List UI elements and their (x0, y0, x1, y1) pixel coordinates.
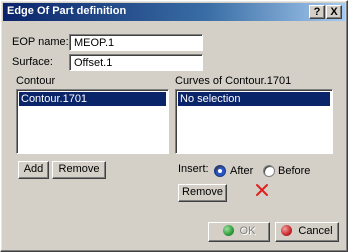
title-bar: Edge Of Part definition ? X (3, 3, 345, 21)
contour-list[interactable]: Contour.1701 (16, 89, 169, 154)
eop-name-input[interactable] (69, 34, 203, 51)
cancel-icon (281, 225, 293, 236)
insert-after-radio[interactable] (214, 165, 226, 177)
insert-label: Insert: (178, 163, 209, 175)
remove-contour-button[interactable]: Remove (52, 161, 106, 179)
insert-before-label[interactable]: Before (278, 165, 310, 177)
dialog-window: Edge Of Part definition ? X EOP name: Su… (0, 0, 348, 252)
contour-label: Contour (16, 75, 56, 87)
add-contour-button[interactable]: Add (18, 161, 49, 179)
insert-after-label[interactable]: After (230, 165, 253, 177)
ok-label: OK (239, 225, 256, 237)
insert-before-radio[interactable] (263, 165, 275, 177)
contour-list-item[interactable]: Contour.1701 (19, 92, 166, 106)
eop-name-label: EOP name: (12, 36, 69, 48)
surface-input[interactable] (69, 54, 203, 71)
curves-label: Curves of Contour.1701 (175, 75, 292, 87)
delete-x-icon[interactable] (255, 183, 269, 197)
curves-list-item[interactable]: No selection (178, 92, 330, 106)
surface-label: Surface: (12, 56, 53, 68)
window-title: Edge Of Part definition (7, 5, 127, 17)
ok-icon (222, 225, 234, 236)
close-button[interactable]: X (326, 5, 342, 19)
remove-curve-button[interactable]: Remove (178, 184, 227, 202)
help-button[interactable]: ? (309, 5, 325, 19)
cancel-label: Cancel (298, 225, 333, 237)
cancel-button[interactable]: Cancel (275, 222, 339, 242)
ok-button[interactable]: OK (208, 222, 270, 242)
curves-list[interactable]: No selection (175, 89, 333, 154)
